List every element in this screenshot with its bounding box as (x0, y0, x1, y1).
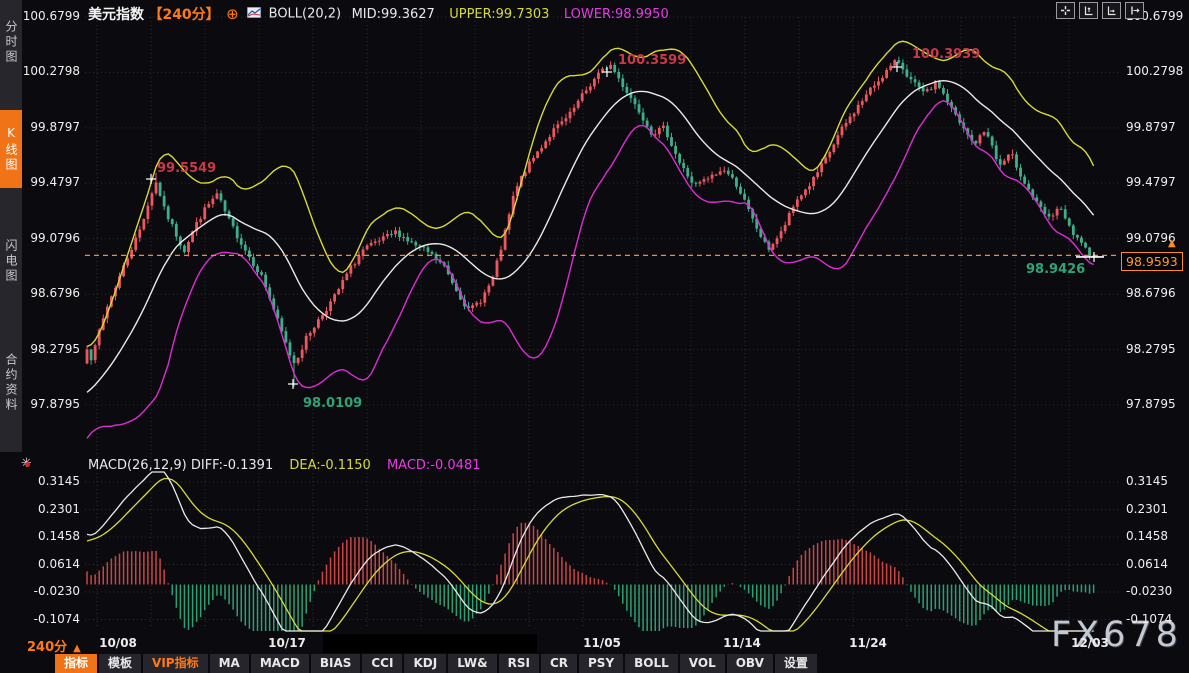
toolbar-button-CR[interactable]: CR (541, 654, 577, 673)
kline-macd-chart[interactable]: 99.5549 100.3599 100.3939 98.0109 98.9426 (0, 0, 1189, 673)
sidebar-item-分时图[interactable]: 分时图 (0, 6, 22, 78)
sidebar-item-K线图[interactable]: K线图 (0, 110, 22, 188)
date-tick-11/24: 11/24 (849, 636, 887, 650)
macd-formula: MACD(26,12,9) DIFF:-0.1391 (88, 458, 273, 473)
boll-lower-value: LOWER:98.9950 (564, 7, 669, 22)
macd-axis-label-right: 0.0614 (1126, 557, 1188, 571)
price-annotation: 99.5549 (157, 161, 216, 176)
toolbar-button-BOLL[interactable]: BOLL (625, 654, 678, 673)
macd-axis-label-right: 0.2301 (1126, 502, 1188, 516)
collapse-panel-icon[interactable] (1125, 2, 1144, 19)
footer-period-label[interactable]: 240分▲ (27, 636, 81, 655)
toolbar-button-指标[interactable]: 指标 (55, 654, 97, 673)
macd-axis-label-left: 0.2301 (0, 502, 80, 516)
toolbar-button-设置[interactable]: 设置 (775, 654, 817, 673)
indicator-toolbar: 指标模板VIP指标MAMACDBIASCCIKDJLW&RSICRPSYBOLL… (55, 654, 817, 673)
price-arrow-icon: ▲ (1168, 238, 1176, 249)
boll-upper-value: UPPER:99.7303 (449, 7, 549, 22)
date-tick-12/03: 12/03 (1071, 636, 1109, 650)
axis-left-icon[interactable] (1079, 2, 1098, 19)
toolbar-button-RSI[interactable]: RSI (499, 654, 539, 673)
macd-axis-label-right: 0.3145 (1126, 474, 1188, 488)
macd-value: MACD:-0.0481 (387, 458, 481, 473)
date-tick-10/17: 10/17 (268, 636, 306, 650)
toolbar-button-PSY[interactable]: PSY (579, 654, 623, 673)
toolbar-button-VIP指标[interactable]: VIP指标 (143, 654, 208, 673)
chart-icon (247, 6, 261, 22)
y-axis-label-right: 97.8795 (1126, 397, 1188, 411)
y-axis-label-right: 99.4797 (1126, 175, 1188, 189)
left-sidebar: 分时图 K线图闪电图合约资料 (0, 0, 22, 452)
period-label: 【240分】 (148, 7, 219, 23)
date-tick-11/05: 11/05 (583, 636, 621, 650)
macd-axis-label-left: 0.1458 (0, 529, 80, 543)
add-indicator-icon[interactable]: ⊕ (226, 5, 239, 23)
chart-header: 美元指数 【240分】 ⊕ BOLL(20,2) MID:99.3627 UPP… (88, 4, 669, 24)
price-annotation: 100.3939 (912, 47, 980, 62)
toolbar-button-KDJ[interactable]: KDJ (404, 654, 446, 673)
macd-axis-label-right: -0.1074 (1126, 612, 1188, 626)
toolbar-button-MA[interactable]: MA (210, 654, 249, 673)
boll-label: BOLL(20,2) (269, 7, 342, 22)
macd-axis-label-right: -0.0230 (1126, 584, 1188, 598)
macd-axis-label-left: 0.0614 (0, 557, 80, 571)
x-axis-dates: 10/08 10/17 11/05 11/14 11/24 12/03 (0, 636, 1189, 654)
macd-dea-value: DEA:-0.1150 (289, 458, 370, 473)
macd-axis-label-right: 0.1458 (1126, 529, 1188, 543)
price-annotation: 98.9426 (1026, 262, 1085, 277)
toolbar-button-MACD[interactable]: MACD (251, 654, 309, 673)
y-axis-label-right: 99.8797 (1126, 120, 1188, 134)
toolbar-button-BIAS[interactable]: BIAS (311, 654, 361, 673)
y-axis-label-right: 99.0796 (1126, 231, 1188, 245)
sidebar-item-合约资料[interactable]: 合约资料 (0, 326, 22, 440)
macd-settings-icon[interactable]: ✳ (21, 458, 35, 472)
blackout-box (323, 634, 537, 653)
date-tick-11/14: 11/14 (723, 636, 761, 650)
period-up-arrow-icon: ▲ (73, 643, 81, 654)
toolbar-button-模板[interactable]: 模板 (99, 654, 141, 673)
macd-axis-label-left: -0.1074 (0, 612, 80, 626)
trading-app-window: 99.5549 100.3599 100.3939 98.0109 98.9426 美元… (0, 0, 1189, 673)
y-axis-label-right: 100.2798 (1126, 64, 1188, 78)
toolbar-button-VOL[interactable]: VOL (680, 654, 725, 673)
y-axis-label-right: 98.6796 (1126, 286, 1188, 300)
toolbar-button-CCI[interactable]: CCI (362, 654, 402, 673)
price-annotation: 98.0109 (303, 396, 362, 411)
current-price-box: 98.9593 (1121, 252, 1183, 271)
sidebar-item-闪电图[interactable]: 闪电图 (0, 222, 22, 300)
chart-toolbox (1056, 2, 1144, 19)
symbol-name: 美元指数 (88, 7, 144, 23)
y-axis-label-right: 98.2795 (1126, 342, 1188, 356)
boll-mid-value: MID:99.3627 (352, 7, 435, 22)
axis-right-icon[interactable] (1102, 2, 1121, 19)
crosshair-icon[interactable] (1056, 2, 1075, 19)
toolbar-button-OBV[interactable]: OBV (727, 654, 773, 673)
date-tick-10/08: 10/08 (99, 636, 137, 650)
toolbar-button-LW&[interactable]: LW& (448, 654, 496, 673)
macd-header: MACD(26,12,9) DIFF:-0.1391 DEA:-0.1150 M… (88, 458, 480, 473)
macd-axis-label-left: 0.3145 (0, 474, 80, 488)
price-annotation: 100.3599 (618, 53, 686, 68)
macd-axis-label-left: -0.0230 (0, 584, 80, 598)
